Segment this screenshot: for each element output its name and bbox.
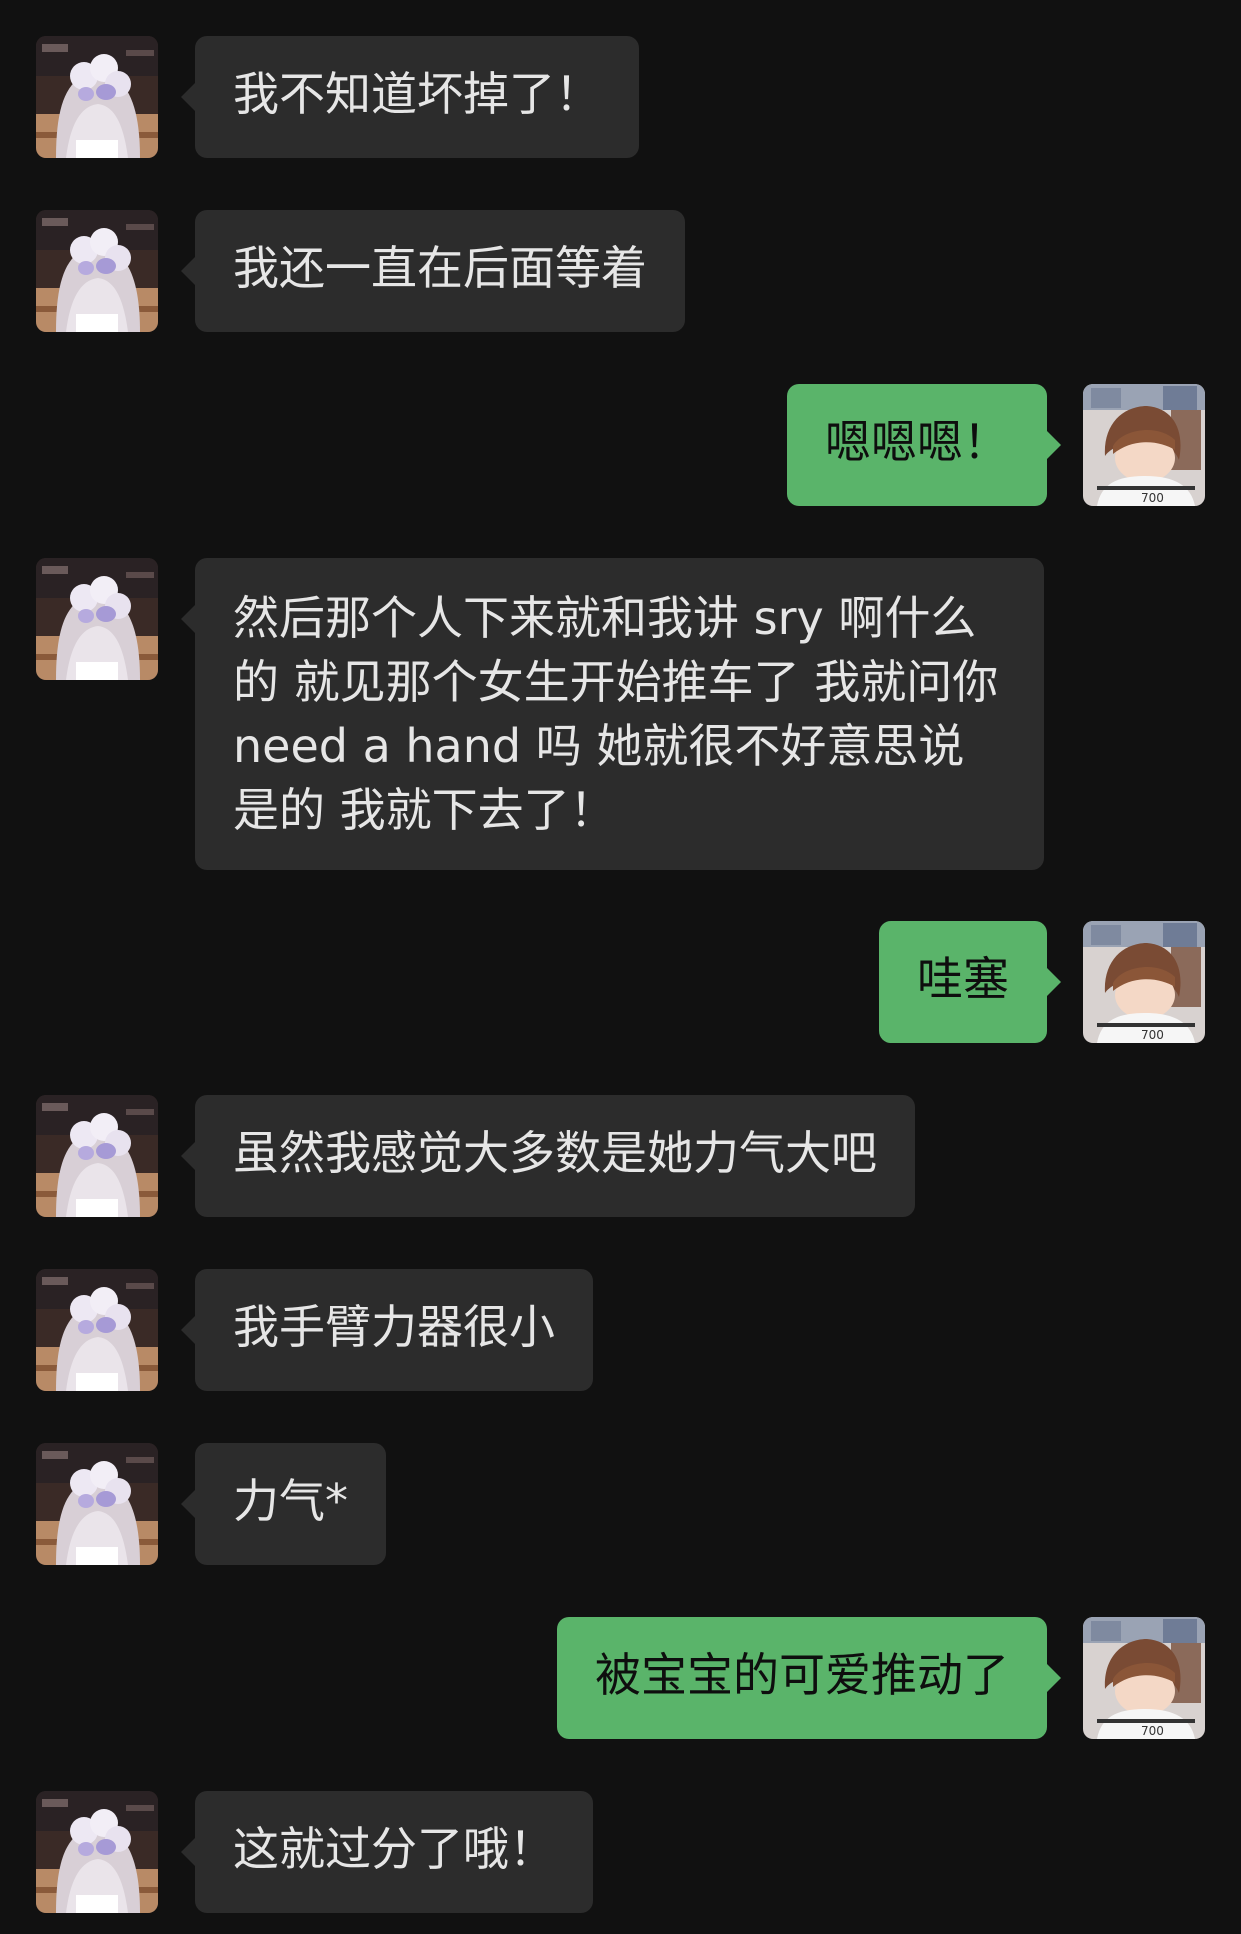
message-bubble[interactable]: 虽然我感觉大多数是她力气大吧 [181, 1095, 915, 1217]
anime-girl-avatar-icon[interactable] [36, 1443, 158, 1565]
message-bubble[interactable]: 这就过分了哦！ [181, 1791, 593, 1913]
message-bubble[interactable]: 我手臂力器很小 [181, 1269, 593, 1391]
message-bubble[interactable]: 被宝宝的可爱推动了 [557, 1617, 1061, 1739]
anime-girl-avatar-icon[interactable] [36, 1095, 158, 1217]
anime-girl-avatar-icon[interactable] [36, 210, 158, 332]
message-bubble[interactable]: 嗯嗯嗯！ [787, 384, 1061, 506]
message-bubble[interactable]: 力气* [181, 1443, 386, 1565]
message-bubble[interactable]: 我不知道坏掉了！ [181, 36, 639, 158]
message-bubble[interactable]: 然后那个人下来就和我讲 sry 啊什么的 就见那个女生开始推车了 我就问你 ne… [181, 558, 1044, 870]
anime-girl-avatar-icon[interactable] [36, 36, 158, 158]
chat-window: 我不知道坏掉了！ 我还一直在后面等着 嗯嗯嗯！ 然后那个人下来就和我讲 sry … [0, 0, 1241, 1934]
message-bubble[interactable]: 我还一直在后面等着 [181, 210, 685, 332]
message-bubble[interactable]: 哇塞 [879, 921, 1061, 1043]
anime-boy-avatar-icon[interactable] [1083, 1617, 1205, 1739]
anime-boy-avatar-icon[interactable] [1083, 921, 1205, 1043]
anime-girl-avatar-icon[interactable] [36, 558, 158, 680]
anime-girl-avatar-icon[interactable] [36, 1269, 158, 1391]
anime-girl-avatar-icon[interactable] [36, 1791, 158, 1913]
anime-boy-avatar-icon[interactable] [1083, 384, 1205, 506]
